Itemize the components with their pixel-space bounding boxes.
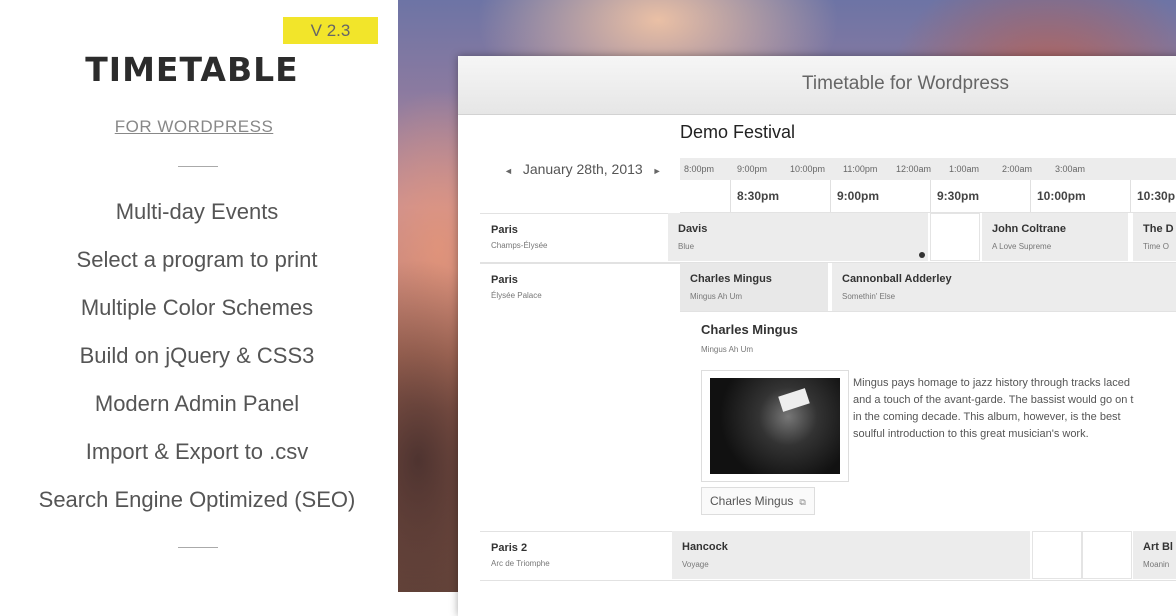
feature-item: Modern Admin Panel (94, 391, 300, 416)
feature-item: Multiple Color Schemes (80, 295, 314, 320)
feature-item: Search Engine Optimized (SEO) (38, 487, 356, 512)
overview-hour: 12:00am (896, 164, 932, 174)
time-tick: 8:30pm (730, 180, 779, 212)
event-subtitle: A Love Supreme (992, 242, 1052, 251)
venue-name: Champs-Élysée (491, 241, 548, 250)
event-subtitle: Moanin (1143, 560, 1170, 569)
feature-item: Build on jQuery & CSS3 (79, 343, 315, 368)
venue-lane: Davis Blue John Coltrane A Love Supreme … (668, 213, 1176, 263)
album-cover-image (701, 370, 849, 482)
feature-item: Select a program to print (76, 247, 318, 272)
cursor-dot-icon (919, 252, 925, 258)
event-block[interactable]: Art Bl Moanin (1133, 531, 1176, 579)
festival-title: Demo Festival (680, 122, 796, 142)
feature-item: Multi-day Events (115, 199, 279, 224)
photo-detail (778, 388, 810, 412)
window-title: Timetable for Wordpress (802, 73, 1009, 94)
event-block[interactable]: Davis Blue (668, 213, 928, 261)
artist-link-button[interactable]: Charles Mingus ⧉ (701, 487, 815, 515)
event-title: John Coltrane (992, 223, 1066, 235)
venue-name: Arc de Triomphe (491, 559, 550, 568)
event-block[interactable]: John Coltrane A Love Supreme (982, 213, 1128, 261)
feature-item: Import & Export to .csv (85, 439, 309, 464)
event-subtitle: Somethin' Else (842, 292, 896, 301)
event-block[interactable]: Cannonball Adderley Somethin' Else (832, 263, 1176, 311)
empty-slot (1082, 531, 1132, 579)
overview-hour: 2:00am (1002, 164, 1033, 174)
detail-description: Mingus pays homage to jazz history throu… (853, 375, 1176, 443)
event-title: Cannonball Adderley (842, 273, 952, 285)
description-line: soulful introduction to this great music… (853, 428, 1089, 440)
event-title: Davis (678, 223, 708, 235)
description-line: Mingus pays homage to jazz history throu… (853, 377, 1130, 389)
album-photo (710, 378, 840, 474)
promo-panel: V 2.3 TIMETABLE FOR WORDPRESS Multi-day … (0, 0, 398, 592)
venue-row-label: Paris Champs-Élysée (480, 213, 680, 263)
artist-link-label: Charles Mingus (710, 494, 794, 508)
detail-title: Charles Mingus (701, 322, 798, 337)
version-badge: V 2.3 (283, 17, 378, 44)
event-block[interactable]: Hancock Voyage (672, 531, 1030, 579)
overview-hour: 8:00pm (684, 164, 715, 174)
event-subtitle: Time O (1143, 242, 1169, 251)
time-tick: 9:00pm (830, 180, 879, 212)
event-subtitle: Voyage (682, 560, 709, 569)
window-titlebar: Timetable for Wordpress (458, 56, 1176, 115)
event-title: Art Bl (1143, 541, 1173, 553)
event-subtitle: Mingus Ah Um (690, 292, 743, 301)
venue-name: Élysée Palace (491, 291, 542, 300)
timeline-overview-scrollbar[interactable]: 8:00pm 9:00pm 10:00pm 11:00pm 12:00am 1:… (680, 158, 1176, 180)
venue-row-label: Paris 2 Arc de Triomphe (480, 531, 680, 581)
event-block[interactable]: The D Time O (1133, 213, 1176, 261)
feature-list: Multi-day Events Select a program to pri… (0, 194, 394, 530)
overview-hour: 11:00pm (843, 164, 878, 174)
overview-hour: 1:00am (949, 164, 980, 174)
next-day-icon[interactable]: ► (647, 166, 668, 176)
overview-hour: 10:00pm (790, 164, 826, 174)
event-title: Hancock (682, 541, 728, 553)
venue-lane: Charles Mingus Mingus Ah Um Cannonball A… (680, 263, 1176, 312)
venue-row-label: Paris Élysée Palace (480, 263, 680, 532)
empty-slot (930, 213, 980, 261)
venue-city: Paris (491, 274, 518, 286)
empty-slot (1032, 531, 1082, 579)
description-line: and a touch of the avant-garde. The bass… (853, 394, 1134, 406)
prev-day-icon[interactable]: ◄ (498, 166, 519, 176)
external-link-icon: ⧉ (799, 497, 806, 507)
current-date: January 28th, 2013 (522, 161, 643, 177)
date-navigator: ◄ January 28th, 2013 ► (498, 161, 668, 177)
venue-city: Paris (491, 224, 518, 236)
venue-lane: Hancock Voyage Art Bl Moanin (672, 531, 1176, 581)
event-detail-panel: Charles Mingus Mingus Ah Um Mingus pays … (680, 312, 1176, 532)
time-tick: 10:00pm (1030, 180, 1086, 212)
app-window: Timetable for Wordpress Demo Festival ◄ … (458, 56, 1176, 616)
time-header: 8:30pm 9:00pm 9:30pm 10:00pm 10:30p (680, 180, 1176, 213)
time-tick: 10:30p (1130, 180, 1175, 212)
detail-subtitle: Mingus Ah Um (701, 345, 754, 354)
product-title: TIMETABLE (85, 50, 299, 89)
event-block-selected[interactable]: Charles Mingus Mingus Ah Um (680, 263, 828, 311)
description-line: in the coming decade. This album, howeve… (853, 411, 1121, 423)
overview-hour: 3:00am (1055, 164, 1086, 174)
overview-hour: 9:00pm (737, 164, 768, 174)
time-tick: 9:30pm (930, 180, 979, 212)
event-title: The D (1143, 223, 1174, 235)
venue-city: Paris 2 (491, 542, 528, 554)
event-title: Charles Mingus (690, 273, 772, 285)
event-subtitle: Blue (678, 242, 695, 251)
product-subtitle-link[interactable]: FOR WORDPRESS (0, 117, 388, 137)
divider-bottom (178, 547, 218, 548)
divider-top (178, 166, 218, 167)
